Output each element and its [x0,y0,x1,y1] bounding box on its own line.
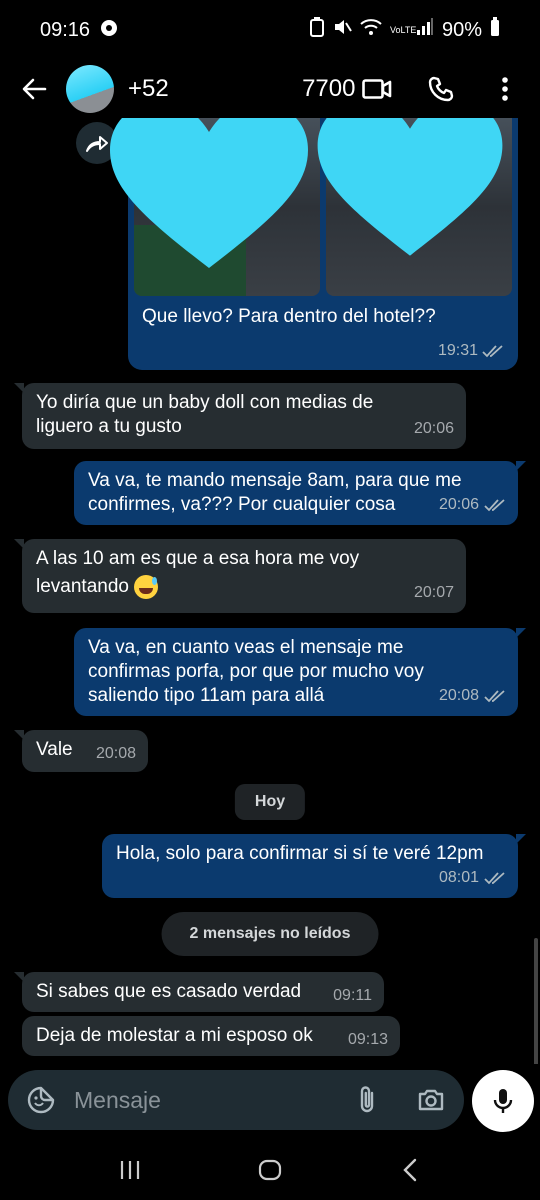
message-time: 09:11 [333,987,372,1004]
message-text-line-2: levantando [36,575,452,599]
chevron-left-icon [403,1158,417,1182]
camera-icon [418,1089,444,1111]
chat-header: +52 7700 [0,60,540,118]
contact-name[interactable]: +52 7700 [128,75,362,103]
message-text-line: Va va, te mando mensaje 8am, para que me [88,470,462,491]
message-meta: 20:07 [414,581,454,605]
recent-apps-icon [120,1161,140,1179]
double-check-icon [482,345,503,358]
battery-level: 90% [441,18,482,41]
more-vertical-icon [502,77,508,101]
composer: Mensaje [0,1070,540,1134]
message-time: 19:31 [437,342,478,359]
message-time: 09:13 [347,1031,388,1048]
contact-name-prefix: +52 [128,75,169,102]
home-button[interactable] [250,1150,290,1190]
message-text: Deja de molestar a mi esposo ok [36,1025,313,1046]
heart-redaction-sticker [110,118,308,268]
attach-button[interactable] [352,1085,382,1115]
paperclip-icon [360,1086,374,1113]
status-bar: 09:16 VoLTE 90% [0,0,540,60]
message-in[interactable]: Vale 20:08 [14,730,148,772]
video-camera-icon [362,79,392,99]
battery-saver-icon [309,17,324,43]
phone-icon [428,76,454,102]
unread-messages-divider: 2 mensajes no leídos [161,912,379,956]
message-text-line: A las 10 am es que a esa hora me voy [36,548,360,569]
message-time: 20:07 [413,584,454,601]
message-time: 08:01 [438,869,479,886]
emoji-sticker-icon [27,1086,55,1114]
message-text: Que llevo? Para dentro del hotel?? [142,306,436,327]
mute-icon [332,17,352,43]
chat-scrollbar[interactable] [534,938,538,1064]
status-right: VoLTE 90% [309,17,500,43]
double-check-icon [484,690,505,703]
status-time: 09:16 [40,18,91,41]
message-meta: 09:11 [333,984,372,1008]
message-text-line: confirmas porfa, por que por mucho voy [88,661,424,682]
arrow-left-icon [22,78,47,100]
voice-call-button[interactable] [426,74,456,104]
message-meta: 20:06 [439,493,506,517]
double-check-icon [484,499,505,512]
message-text: Si sabes que es casado verdad [36,981,302,1002]
double-check-icon [484,872,505,885]
message-in[interactable]: A las 10 am es que a esa hora me voy lev… [14,539,466,613]
more-options-button[interactable] [490,74,520,104]
message-meta: 20:08 [96,742,136,766]
message-in[interactable]: Deja de molestar a mi esposo ok 09:13 [22,1016,400,1056]
message-meta: 09:13 [348,1028,388,1052]
message-in[interactable]: Yo diría que un baby doll con medias de … [14,383,466,449]
status-left: 09:16 [40,19,118,42]
message-time: 20:06 [438,496,479,513]
message-text: Hola, solo para confirmar si sí te veré … [116,843,484,864]
message-text-line: Va va, en cuanto veas el mensaje me [88,637,404,658]
message-input[interactable]: Mensaje [74,1087,352,1114]
message-text-fragment: levantando [36,576,129,598]
message-out[interactable]: Hola, solo para confirmar si sí te veré … [102,834,526,898]
video-call-button[interactable] [362,74,392,104]
contact-name-suffix: 7700 [302,75,356,102]
settings-notification-icon [100,19,118,42]
message-time: 20:08 [438,687,479,704]
message-out[interactable]: Va va, te mando mensaje 8am, para que me… [74,461,526,525]
sweat-smile-emoji-icon [134,575,159,599]
camera-button[interactable] [416,1085,446,1115]
message-text-line: Yo diría que un baby doll con medias de [36,392,374,413]
message-in[interactable]: Si sabes que es casado verdad 09:11 [14,972,384,1012]
chat-messages[interactable]: Que llevo? Para dentro del hotel?? 19:31… [0,118,540,1064]
heart-redaction-sticker [317,118,503,256]
home-icon [258,1159,282,1181]
message-meta: 20:08 [439,684,506,708]
signal-icon [416,18,434,42]
microphone-icon [493,1089,513,1113]
message-text-line: liguero a tu gusto [36,416,182,437]
system-navigation-bar [0,1140,540,1200]
message-out[interactable]: Va va, en cuanto veas el mensaje me conf… [74,628,526,716]
voice-message-button[interactable] [472,1070,534,1132]
header-actions [362,74,520,104]
message-meta: 19:31 [438,342,504,360]
message-input-box[interactable]: Mensaje [8,1070,464,1130]
contact-avatar[interactable] [66,65,114,113]
message-meta: 08:01 [439,866,506,890]
back-button[interactable] [16,71,52,107]
emoji-sticker-button[interactable] [26,1085,56,1115]
message-time: 20:06 [413,420,454,437]
volte-label: VoLTE [389,24,417,35]
date-divider: Hoy [234,784,306,820]
message-time: 20:08 [95,745,136,762]
back-nav-button[interactable] [390,1150,430,1190]
message-meta: 20:06 [414,417,454,441]
battery-icon [490,17,500,43]
recent-apps-button[interactable] [110,1150,150,1190]
wifi-icon [360,18,382,42]
